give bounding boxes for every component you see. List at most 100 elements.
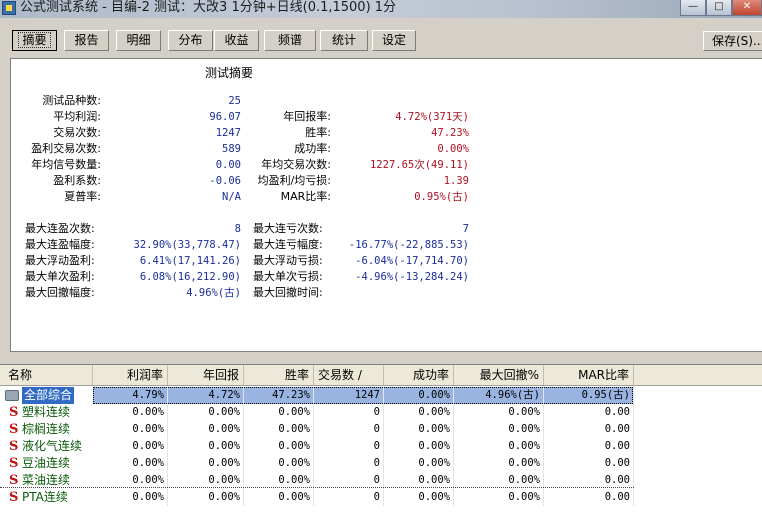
maximize-button[interactable]: □ [706,0,732,16]
summary-value: -0.06 [209,175,241,187]
close-button[interactable]: ✕ [732,0,762,16]
summary-value: 0.00 [215,159,241,171]
summary-value: 7 [462,223,469,235]
summary-label: 最大回撤幅度: [25,286,95,299]
cell-trades: 0 [314,438,384,455]
cell-annual-return: 0.00% [168,455,244,472]
cell-profit: 0.00% [93,421,168,438]
row-name: PTA连续 [22,490,68,504]
col-header-trades[interactable]: 交易数 / [314,365,384,385]
cell-annual-return: 0.00% [168,421,244,438]
cell-win-rate: 0.00% [244,421,314,438]
summary-label: 盈利系数: [53,174,101,187]
col-header-mar[interactable]: MAR比率 [544,365,634,385]
summary-value: 96.07 [209,111,241,123]
cell-mar: 0.00 [544,455,634,472]
table-row[interactable]: S 液化气连续 0.00% 0.00% 0.00% 0 0.00% 0.00% … [0,438,762,455]
summary-label: 盈利交易次数: [31,142,101,155]
row-name: 液化气连续 [22,439,83,453]
summary-value: 8 [234,223,241,235]
panel-splitter[interactable] [0,355,762,363]
table-row[interactable]: S PTA连续 0.00% 0.00% 0.00% 0 0.00% 0.00% … [0,489,762,506]
table-row[interactable]: S 豆油连续 0.00% 0.00% 0.00% 0 0.00% 0.00% 0… [0,455,762,472]
summary-value: -16.77%(-22,885.53) [348,239,469,251]
summary-value: -6.04%(-17,714.70) [355,255,469,267]
app-icon [2,1,16,15]
cell-win-rate: 0.00% [244,438,314,455]
col-header-win-rate[interactable]: 胜率 [244,365,314,385]
table-header: 名称 利润率 年回报 胜率 交易数 / 成功率 最大回撤% MAR比率 [0,365,762,386]
summary-panel: 测试摘要 测试品种数: 25 平均利润: 96.07 交易次数: 1247 盈利… [10,58,762,352]
tab-distribution[interactable]: 分布 [168,30,213,51]
tab-summary[interactable]: 摘要 [12,30,57,51]
table-row[interactable]: S 塑料连续 0.00% 0.00% 0.00% 0 0.00% 0.00% 0… [0,404,762,421]
tab-report[interactable]: 报告 [64,30,109,51]
cell-mar: 0.95(古) [544,387,634,404]
cell-mar: 0.00 [544,421,634,438]
row-name: 全部综合 [22,387,75,404]
minimize-button[interactable]: — [680,0,706,16]
summary-label: 最大回撤时间: [253,286,323,299]
table-row[interactable]: 全部综合 4.79% 4.72% 47.23% 1247 0.00% 4.96%… [0,387,762,404]
col-header-profit[interactable]: 利润率 [93,365,168,385]
tab-statistics[interactable]: 统计 [320,30,368,51]
cell-success-rate: 0.00% [384,455,454,472]
row-name: 棕榈连续 [22,422,71,436]
summary-value: 6.08%(16,212.90) [139,271,241,283]
save-button[interactable]: 保存(S)... [703,31,762,51]
results-table: 名称 利润率 年回报 胜率 交易数 / 成功率 最大回撤% MAR比率 全部综合… [0,364,762,515]
cell-success-rate: 0.00% [384,421,454,438]
summary-value: -4.96%(-13,284.24) [355,271,469,283]
cell-win-rate: 0.00% [244,455,314,472]
focus-row-outline [0,487,634,488]
summary-label: 年均交易次数: [261,158,331,171]
stock-s-icon: S [9,456,19,471]
window-title: 公式测试系统 - 目编-2 测试：大改3 1分钟+日线(0.1,1500) 1分 [20,0,397,15]
cell-win-rate: 0.00% [244,404,314,421]
summary-label: 平均利润: [53,110,101,123]
cell-max-drawdown: 0.00% [454,455,544,472]
cell-profit: 0.00% [93,455,168,472]
folder-icon [5,390,19,401]
summary-value: N/A [222,191,241,203]
summary-value: 0.00% [437,143,469,155]
summary-value: 25 [228,95,241,107]
cell-max-drawdown: 0.00% [454,438,544,455]
cell-max-drawdown: 0.00% [454,404,544,421]
cell-trades: 0 [314,489,384,506]
summary-label: 最大单次亏损: [253,270,323,283]
row-name: 豆油连续 [22,456,71,470]
cell-trades: 1247 [314,387,384,404]
summary-value: 1247 [215,127,241,139]
title-bar: 公式测试系统 - 目编-2 测试：大改3 1分钟+日线(0.1,1500) 1分… [0,0,762,18]
summary-title: 测试摘要 [205,66,254,80]
summary-label: 均盈利/均亏损: [257,174,331,187]
table-row[interactable]: S 棕榈连续 0.00% 0.00% 0.00% 0 0.00% 0.00% 0… [0,421,762,438]
cell-profit: 0.00% [93,438,168,455]
summary-label: 成功率: [294,142,331,155]
summary-value: 0.95%(古) [414,191,469,203]
summary-label: 年均信号数量: [31,158,101,171]
cell-annual-return: 4.72% [168,387,244,404]
tab-detail[interactable]: 明细 [116,30,161,51]
cell-win-rate: 0.00% [244,489,314,506]
cell-max-drawdown: 0.00% [454,489,544,506]
summary-value: 4.96%(古) [186,287,241,299]
tab-settings[interactable]: 设定 [372,30,416,51]
summary-label: 夏普率: [64,190,101,203]
summary-value: 32.90%(33,778.47) [133,239,241,251]
cell-annual-return: 0.00% [168,404,244,421]
col-header-name[interactable]: 名称 [0,365,93,385]
cell-success-rate: 0.00% [384,438,454,455]
tab-spectrum[interactable]: 频谱 [264,30,316,51]
col-header-max-drawdown[interactable]: 最大回撤% [454,365,544,385]
summary-value: 1.39 [443,175,469,187]
tab-income[interactable]: 收益 [214,30,259,51]
col-header-success-rate[interactable]: 成功率 [384,365,454,385]
stock-s-icon: S [9,439,19,454]
col-header-annual-return[interactable]: 年回报 [168,365,244,385]
summary-label: 最大连亏幅度: [253,238,323,251]
cell-max-drawdown: 0.00% [454,421,544,438]
cell-trades: 0 [314,455,384,472]
summary-label: MAR比率: [280,190,331,203]
